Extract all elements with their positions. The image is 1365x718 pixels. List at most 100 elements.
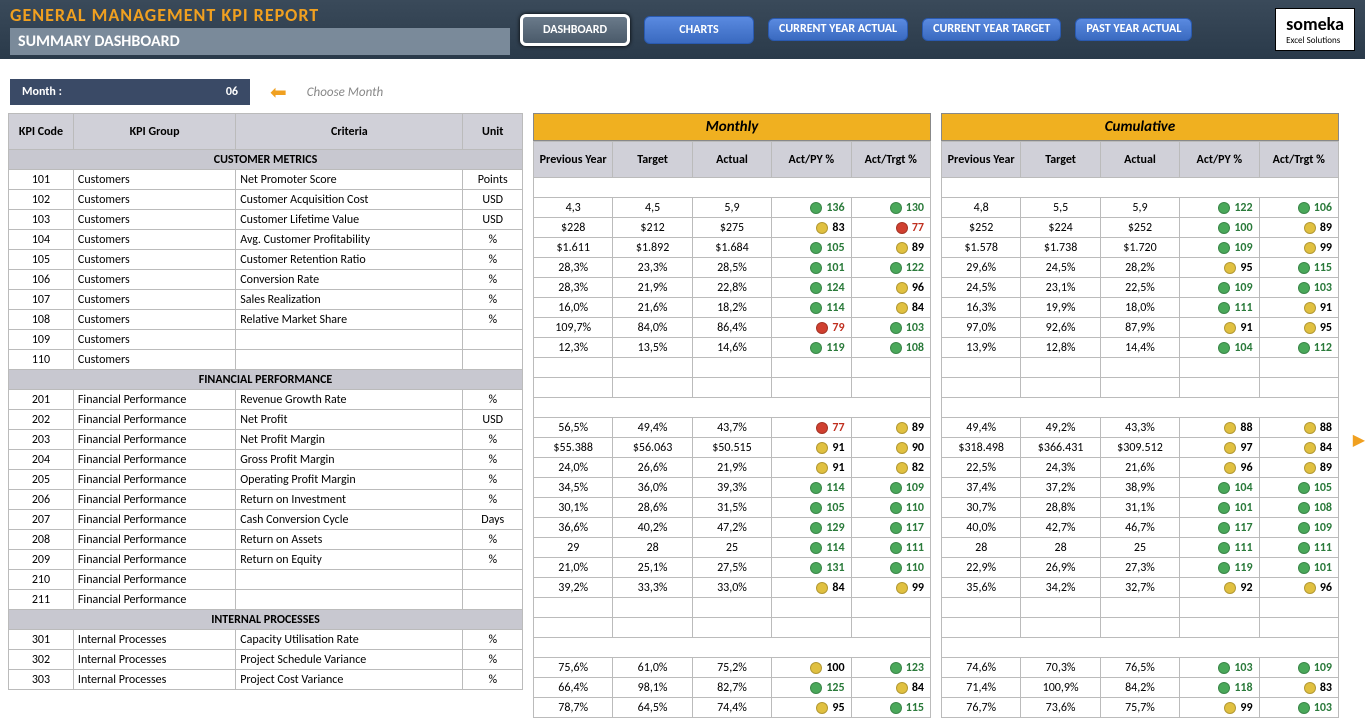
data-row: $252$224$25210089 (942, 218, 1339, 238)
nav-buttons: DASHBOARD CHARTS CURRENT YEAR ACTUAL CUR… (520, 14, 1192, 46)
dashboard-button[interactable]: DASHBOARD (520, 14, 630, 46)
status-dot-icon (896, 582, 908, 594)
status-dot-icon (890, 542, 902, 554)
data-row (942, 378, 1339, 398)
status-dot-icon (1304, 302, 1316, 314)
pct-cell: 89 (851, 238, 930, 258)
data-row (534, 378, 931, 398)
status-dot-icon (1298, 522, 1310, 534)
pct-cell: 103 (1259, 278, 1338, 298)
data-row: 24,5%23,1%22,5%109103 (942, 278, 1339, 298)
data-row: 282825111111 (942, 538, 1339, 558)
data-row: 28,3%23,3%28,5%101122 (534, 258, 931, 278)
status-dot-icon (810, 522, 822, 534)
past-year-actual-button[interactable]: PAST YEAR ACTUAL (1075, 18, 1192, 41)
status-dot-icon (810, 542, 822, 554)
pct-cell: 119 (772, 338, 851, 358)
kpi-row: 103CustomersCustomer Lifetime ValueUSD (9, 210, 523, 230)
col-header: Previous Year (942, 142, 1021, 178)
pct-cell: 131 (772, 558, 851, 578)
status-dot-icon (1298, 262, 1310, 274)
status-dot-icon (1298, 542, 1310, 554)
pct-cell: 103 (1180, 658, 1259, 678)
pct-cell: 84 (851, 298, 930, 318)
pct-cell: 84 (1259, 438, 1338, 458)
status-dot-icon (1224, 462, 1236, 474)
kpi-row: 207Financial PerformanceCash Conversion … (9, 510, 523, 530)
pct-cell: 84 (851, 678, 930, 698)
status-dot-icon (890, 662, 902, 674)
pct-cell: 112 (1259, 338, 1338, 358)
pct-cell: 118 (1180, 678, 1259, 698)
kpi-row: 302Internal ProcessesProject Schedule Va… (9, 650, 523, 670)
status-dot-icon (810, 662, 822, 674)
pct-cell: 101 (772, 258, 851, 278)
month-selector[interactable]: Month : 06 (10, 79, 250, 105)
status-dot-icon (890, 702, 902, 714)
data-row: 30,1%28,6%31,5%105110 (534, 498, 931, 518)
col-header: Target (1021, 142, 1100, 178)
pct-cell: 101 (1259, 558, 1338, 578)
status-dot-icon (810, 242, 822, 254)
data-row: 29,6%24,5%28,2%95115 (942, 258, 1339, 278)
pct-cell: 82 (851, 458, 930, 478)
pct-cell: 108 (851, 338, 930, 358)
status-dot-icon (896, 422, 908, 434)
status-dot-icon (890, 202, 902, 214)
status-dot-icon (896, 462, 908, 474)
pct-cell: 96 (851, 278, 930, 298)
data-row (942, 598, 1339, 618)
data-row: $55.388$56.063$50.5159190 (534, 438, 931, 458)
col-header: Act/PY % (772, 142, 851, 178)
status-dot-icon (1298, 282, 1310, 294)
status-dot-icon (816, 442, 828, 454)
pct-cell: 83 (1259, 678, 1338, 698)
pct-cell: 104 (1180, 338, 1259, 358)
data-row: 34,5%36,0%39,3%114109 (534, 478, 931, 498)
status-dot-icon (1224, 322, 1236, 334)
pct-cell: 110 (851, 498, 930, 518)
status-dot-icon (1218, 522, 1230, 534)
status-dot-icon (890, 502, 902, 514)
status-dot-icon (816, 422, 828, 434)
status-dot-icon (1304, 422, 1316, 434)
status-dot-icon (1218, 482, 1230, 494)
section-header: INTERNAL PROCESSES (9, 610, 523, 630)
kpi-row: 205Financial PerformanceOperating Profit… (9, 470, 523, 490)
status-dot-icon (1298, 562, 1310, 574)
pct-cell: 91 (1259, 298, 1338, 318)
charts-button[interactable]: CHARTS (644, 16, 754, 44)
kpi-row: 107CustomersSales Realization% (9, 290, 523, 310)
status-dot-icon (1304, 322, 1316, 334)
kpi-row: 301Internal ProcessesCapacity Utilisatio… (9, 630, 523, 650)
section-header: FINANCIAL PERFORMANCE (9, 370, 523, 390)
status-dot-icon (816, 462, 828, 474)
choose-month-hint: Choose Month (307, 85, 383, 100)
status-dot-icon (1218, 502, 1230, 514)
pct-cell: 109 (1180, 278, 1259, 298)
pct-cell: 89 (1259, 218, 1338, 238)
data-row: 22,5%24,3%21,6%9689 (942, 458, 1339, 478)
kpi-row: 201Financial PerformanceRevenue Growth R… (9, 390, 523, 410)
status-dot-icon (810, 202, 822, 214)
pct-cell: 92 (1180, 578, 1259, 598)
col-header: Previous Year (534, 142, 613, 178)
pct-cell: 99 (1259, 238, 1338, 258)
current-year-target-button[interactable]: CURRENT YEAR TARGET (922, 18, 1061, 41)
kpi-row: 202Financial PerformanceNet ProfitUSD (9, 410, 523, 430)
status-dot-icon (1224, 442, 1236, 454)
kpi-row: 110Customers (9, 350, 523, 370)
pct-cell: 96 (1180, 458, 1259, 478)
status-dot-icon (890, 262, 902, 274)
data-row: 24,0%26,6%21,9%9182 (534, 458, 931, 478)
kpi-row: 303Internal ProcessesProject Cost Varian… (9, 670, 523, 690)
current-year-actual-button[interactable]: CURRENT YEAR ACTUAL (768, 18, 908, 41)
kpi-row: 104CustomersAvg. Customer Profitability% (9, 230, 523, 250)
data-row: 36,6%40,2%47,2%129117 (534, 518, 931, 538)
status-dot-icon (1224, 582, 1236, 594)
kpi-row: 206Financial PerformanceReturn on Invest… (9, 490, 523, 510)
pct-cell: 79 (772, 318, 851, 338)
pct-cell: 115 (851, 698, 930, 718)
data-row: 4,85,55,9122106 (942, 198, 1339, 218)
data-table-cumulative: Previous YearTargetActualAct/PY %Act/Trg… (941, 141, 1339, 718)
